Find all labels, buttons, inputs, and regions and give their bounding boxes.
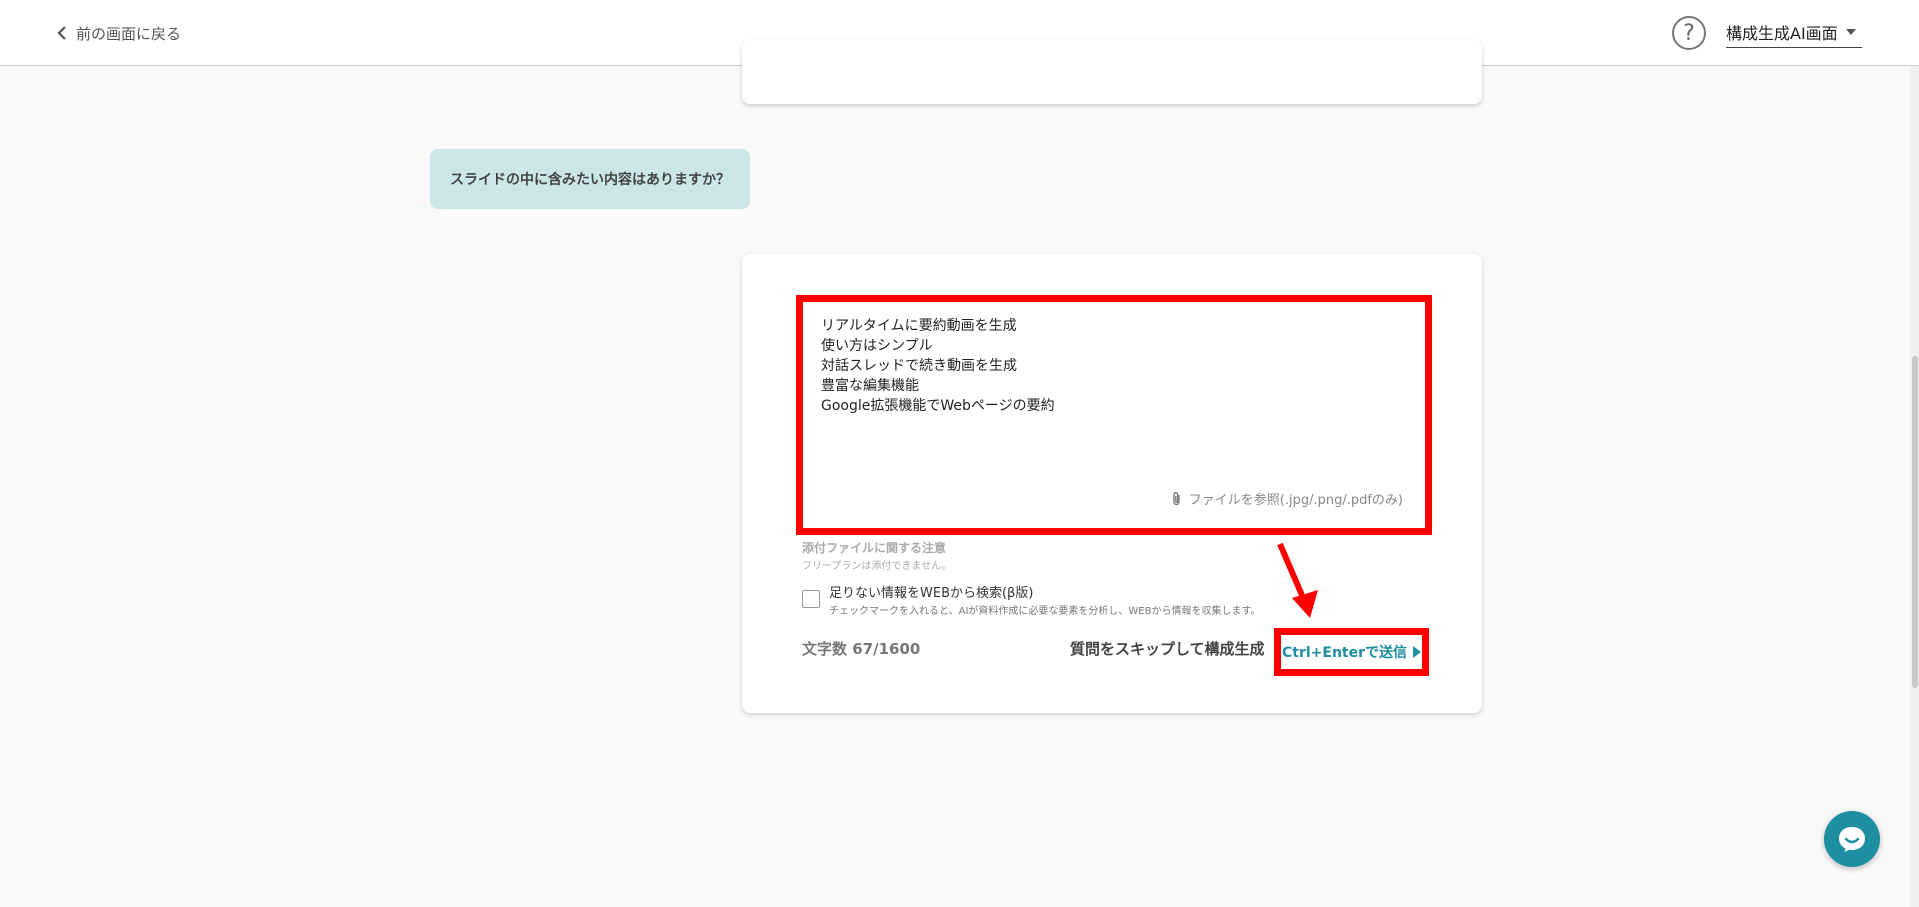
previous-answer-card (742, 40, 1482, 104)
send-button[interactable]: Ctrl+Enterで送信 (1274, 628, 1429, 676)
annotation-arrow (1277, 542, 1318, 618)
web-search-checkbox[interactable] (802, 590, 820, 608)
answer-line: 豊富な編集機能 (821, 378, 919, 394)
question-text: スライドの中に含みたい内容はありますか？ (450, 172, 730, 188)
back-link[interactable]: 前の画面に戻る (56, 20, 181, 46)
char-count: 文字数 67/1600 (802, 640, 921, 658)
answer-line: Google拡張機能でWebページの要約 (821, 398, 1055, 414)
mode-select-value: 構成生成AI画面 (1726, 23, 1838, 43)
skip-question-button[interactable]: 質問をスキップして構成生成 (1070, 638, 1265, 659)
answer-input[interactable]: リアルタイムに要約動画を生成 使い方はシンプル 対話スレッドで続き動画を生成 豊… (796, 295, 1432, 535)
answer-line: 使い方はシンプル (821, 338, 933, 354)
caret-down-icon (1846, 28, 1856, 35)
chat-icon (1839, 827, 1865, 852)
web-search-description: チェックマークを入れると、AIが資料作成に必要な要素を分析し、WEBから情報を収… (829, 606, 1261, 617)
attach-note-subtext: フリープランは添付できません。 (802, 561, 952, 572)
paperclip-icon (1173, 491, 1180, 505)
answer-line: 対話スレッドで続き動画を生成 (821, 358, 1017, 374)
help-circle-icon[interactable]: ? (1672, 16, 1706, 50)
chevron-left-icon (57, 26, 66, 40)
question-bubble: スライドの中に含みたい内容はありますか？ (430, 149, 750, 209)
chat-support-button[interactable] (1824, 811, 1880, 867)
file-attach-link[interactable]: ファイルを参照(.jpg/.png/.pdfのみ) (1171, 489, 1403, 508)
file-attach-label: ファイルを参照(.jpg/.png/.pdfのみ) (1188, 493, 1403, 508)
send-button-label: Ctrl+Enterで送信 (1281, 645, 1408, 661)
scrollbar-thumb[interactable] (1912, 356, 1918, 688)
mode-select[interactable]: 構成生成AI画面 (1726, 18, 1862, 48)
attach-note-title: 添付ファイルに関する注意 (802, 541, 947, 555)
answer-input-text[interactable]: リアルタイムに要約動画を生成 使い方はシンプル 対話スレッドで続き動画を生成 豊… (821, 316, 1407, 416)
web-search-label[interactable]: 足りない情報をWEBから検索(β版) (829, 582, 1033, 601)
play-icon (1413, 646, 1422, 658)
back-link-label: 前の画面に戻る (76, 24, 182, 43)
answer-line: リアルタイムに要約動画を生成 (821, 318, 1017, 334)
